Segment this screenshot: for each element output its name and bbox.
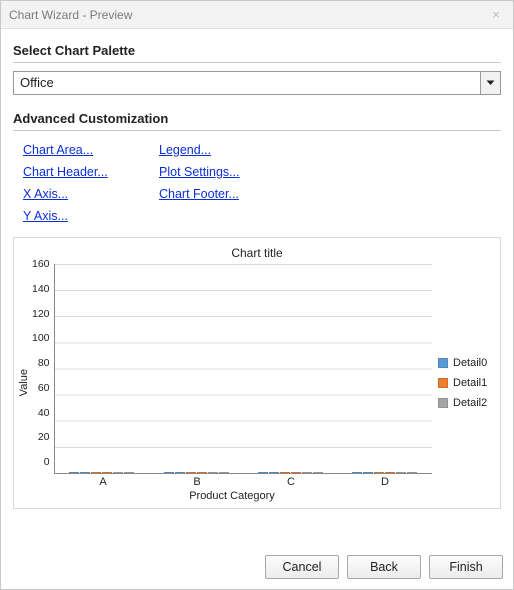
bar-group (149, 472, 243, 473)
link-legend[interactable]: Legend... (159, 143, 211, 157)
bar (291, 472, 301, 473)
legend-label: Detail0 (453, 357, 487, 369)
legend-item: Detail2 (438, 397, 498, 409)
y-tick: 40 (32, 407, 50, 419)
y-tick: 160 (32, 258, 50, 270)
chart-wizard-window: Chart Wizard - Preview × Select Chart Pa… (0, 0, 514, 590)
bar (407, 472, 417, 473)
legend-label: Detail1 (453, 377, 487, 389)
plot-column: 160140120100806040200 ABCD Product Categ… (32, 264, 432, 502)
y-tick: 120 (32, 308, 50, 320)
bar (102, 472, 112, 473)
y-axis-label: Value (16, 264, 32, 502)
back-button[interactable]: Back (347, 555, 421, 579)
legend-item: Detail0 (438, 357, 498, 369)
y-tick: 60 (32, 382, 50, 394)
palette-heading: Select Chart Palette (13, 37, 501, 62)
palette-value: Office (14, 72, 480, 94)
dialog-footer: Cancel Back Finish (1, 547, 513, 589)
legend-label: Detail2 (453, 397, 487, 409)
bar (208, 472, 218, 473)
y-tick: 140 (32, 283, 50, 295)
bar (69, 472, 79, 473)
x-tick: A (56, 476, 150, 488)
bar (258, 472, 268, 473)
window-title: Chart Wizard - Preview (9, 8, 132, 22)
bar (363, 472, 373, 473)
legend-swatch (438, 378, 448, 388)
chart-legend: Detail0 Detail1 Detail2 (432, 264, 498, 502)
bar (374, 472, 384, 473)
x-axis-ticks: ABCD (56, 476, 432, 488)
y-axis-ticks: 160 140 120 100 80 60 40 20 0 (32, 258, 54, 468)
divider (13, 130, 501, 131)
y-tick: 80 (32, 357, 50, 369)
divider (13, 62, 501, 63)
chart-body: Value 160140120100806040200 ABCD Product… (16, 264, 498, 502)
bar (197, 472, 207, 473)
bar-group (55, 472, 149, 473)
link-plot-settings[interactable]: Plot Settings... (159, 165, 240, 179)
plot-area (54, 264, 432, 474)
bar (80, 472, 90, 473)
y-tick: 0 (32, 456, 50, 468)
bar-group (243, 472, 337, 473)
bar (186, 472, 196, 473)
bar-group (338, 472, 432, 473)
chart-title: Chart title (16, 246, 498, 260)
bar (124, 472, 134, 473)
bar (352, 472, 362, 473)
palette-dropdown[interactable]: Office (13, 71, 501, 95)
bar (313, 472, 323, 473)
bar (269, 472, 279, 473)
advanced-links: Chart Area... Legend... Chart Header... … (13, 139, 501, 229)
link-x-axis[interactable]: X Axis... (23, 187, 68, 201)
advanced-heading: Advanced Customization (13, 105, 501, 130)
legend-swatch (438, 398, 448, 408)
x-tick: D (338, 476, 432, 488)
chevron-down-icon (480, 72, 500, 94)
finish-button[interactable]: Finish (429, 555, 503, 579)
legend-swatch (438, 358, 448, 368)
bar (302, 472, 312, 473)
legend-item: Detail1 (438, 377, 498, 389)
link-chart-area[interactable]: Chart Area... (23, 143, 93, 157)
link-chart-header[interactable]: Chart Header... (23, 165, 108, 179)
x-tick: C (244, 476, 338, 488)
bar (164, 472, 174, 473)
bar (91, 472, 101, 473)
link-y-axis[interactable]: Y Axis... (23, 209, 68, 223)
chart-preview: Chart title Value 160140120100806040200 … (13, 237, 501, 509)
link-chart-footer[interactable]: Chart Footer... (159, 187, 239, 201)
close-button[interactable]: × (487, 6, 505, 24)
content-area: Select Chart Palette Office Advanced Cus… (1, 29, 513, 547)
bar (385, 472, 395, 473)
x-tick: B (150, 476, 244, 488)
bar (219, 472, 229, 473)
y-tick: 20 (32, 431, 50, 443)
titlebar: Chart Wizard - Preview × (1, 1, 513, 29)
y-tick: 100 (32, 332, 50, 344)
x-axis-label: Product Category (32, 490, 432, 502)
bar (280, 472, 290, 473)
cancel-button[interactable]: Cancel (265, 555, 339, 579)
close-icon: × (492, 7, 500, 22)
bar (113, 472, 123, 473)
bar (396, 472, 406, 473)
bar (175, 472, 185, 473)
